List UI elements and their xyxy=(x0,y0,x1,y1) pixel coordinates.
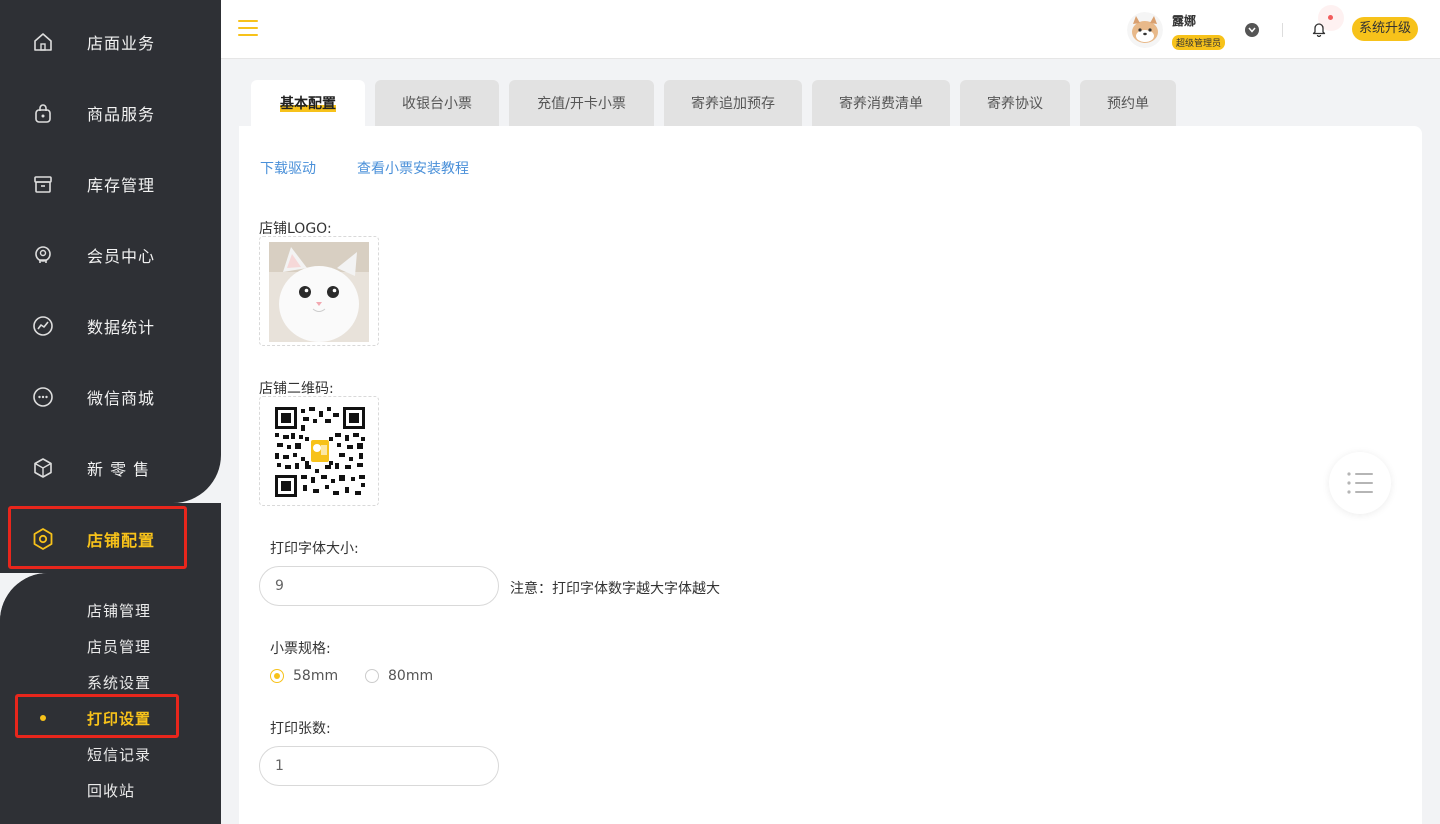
role-badge: 超级管理员 xyxy=(1172,35,1226,50)
floating-list-button[interactable] xyxy=(1329,452,1391,514)
font-size-input[interactable]: 9 xyxy=(259,566,499,606)
submenu-item-store-management[interactable]: 店铺管理 xyxy=(87,600,151,621)
system-upgrade-button[interactable]: 系统升级 xyxy=(1352,17,1419,41)
sidebar-item-inventory[interactable]: 库存管理 xyxy=(0,148,221,219)
tab-label: 充值/开卡小票 xyxy=(537,96,626,112)
download-driver-link[interactable]: 下载驱动 xyxy=(260,158,316,178)
chevron-down-icon[interactable] xyxy=(1245,23,1259,37)
sidebar-item-label: 店铺配置 xyxy=(87,530,156,550)
radio-58mm[interactable]: 58mm xyxy=(270,668,338,684)
radio-circle xyxy=(270,669,284,683)
active-indicator-dot xyxy=(40,715,46,721)
settings-hex-icon xyxy=(31,527,55,551)
tab-cashier-receipt[interactable]: 收银台小票 xyxy=(375,80,499,126)
top-header: 露娜 超级管理员 系统升级 xyxy=(221,0,1440,59)
tab-recharge-receipt[interactable]: 充值/开卡小票 xyxy=(509,80,654,126)
radio-circle xyxy=(365,669,379,683)
sidebar-item-store-business[interactable]: 店面业务 xyxy=(0,6,221,77)
submenu-item-recycle-bin[interactable]: 回收站 xyxy=(87,780,135,801)
tab-basic-config[interactable]: 基本配置 xyxy=(251,80,365,126)
tab-label: 寄养追加预存 xyxy=(691,96,775,112)
qrcode-image xyxy=(275,407,365,497)
member-icon xyxy=(31,243,55,267)
sidebar-item-goods-service[interactable]: 商品服务 xyxy=(0,77,221,148)
sidebar-item-label: 会员中心 xyxy=(87,246,156,266)
tab-boarding-consumption[interactable]: 寄养消费清单 xyxy=(812,80,950,126)
sidebar-item-label: 数据统计 xyxy=(87,317,156,337)
divider xyxy=(1282,23,1283,37)
chart-icon xyxy=(31,314,55,338)
sidebar-item-label: 微信商城 xyxy=(87,388,156,408)
print-copies-input[interactable]: 1 xyxy=(259,746,499,786)
tutorial-link[interactable]: 查看小票安装教程 xyxy=(357,158,469,178)
receipt-spec-label: 小票规格: xyxy=(270,641,331,657)
font-size-label: 打印字体大小: xyxy=(270,541,359,557)
bell-icon[interactable] xyxy=(1312,21,1326,38)
cat-logo-image xyxy=(269,242,369,342)
sidebar-item-label: 新 零 售 xyxy=(87,459,151,479)
sidebar-item-wechat-mall[interactable]: 微信商城 xyxy=(0,361,221,432)
tab-label: 预约单 xyxy=(1107,96,1149,112)
submenu-item-print-settings[interactable]: 打印设置 xyxy=(87,708,151,729)
archive-icon xyxy=(31,172,55,196)
tab-label: 基本配置 xyxy=(280,93,336,113)
logo-label: 店铺LOGO: xyxy=(259,221,332,237)
sidebar-item-label: 商品服务 xyxy=(87,104,156,124)
tab-label: 收银台小票 xyxy=(402,96,472,112)
tab-boarding-agreement[interactable]: 寄养协议 xyxy=(960,80,1070,126)
list-icon xyxy=(1347,472,1373,494)
chat-icon xyxy=(31,385,55,409)
submenu-item-staff-management[interactable]: 店员管理 xyxy=(87,636,151,657)
print-copies-label: 打印张数: xyxy=(270,721,331,737)
submenu-item-sms-records[interactable]: 短信记录 xyxy=(87,744,151,765)
radio-80mm-label: 80mm xyxy=(388,668,434,684)
sidebar: 店面业务 商品服务 库存管理 会员中心 数据统计 微信商城 新 零 售 店铺配置… xyxy=(0,0,221,824)
menu-toggle-icon[interactable] xyxy=(238,20,258,36)
font-size-note: 注意：打印字体数字越大字体越大 xyxy=(510,581,720,597)
sidebar-item-store-config[interactable]: 店铺配置 xyxy=(0,503,221,574)
shopping-bag-icon xyxy=(31,101,55,125)
username: 露娜 xyxy=(1172,14,1197,28)
tab-boarding-prepay[interactable]: 寄养追加预存 xyxy=(664,80,802,126)
tab-label: 寄养消费清单 xyxy=(839,96,923,112)
sidebar-item-statistics[interactable]: 数据统计 xyxy=(0,290,221,361)
tab-label: 寄养协议 xyxy=(987,96,1043,112)
submenu-item-system-settings[interactable]: 系统设置 xyxy=(87,672,151,693)
home-icon xyxy=(31,30,55,54)
tab-appointment[interactable]: 预约单 xyxy=(1080,80,1176,126)
sidebar-item-label: 店面业务 xyxy=(87,33,156,53)
qrcode-upload[interactable] xyxy=(259,396,379,506)
sidebar-item-member-center[interactable]: 会员中心 xyxy=(0,219,221,290)
content-panel: 下载驱动 查看小票安装教程 店铺LOGO: 店铺二维码: 打印字体大小: 9 注… xyxy=(239,126,1422,824)
logo-upload[interactable] xyxy=(259,236,379,346)
sidebar-item-label: 库存管理 xyxy=(87,175,156,195)
avatar[interactable] xyxy=(1127,12,1163,48)
cube-icon xyxy=(31,456,55,480)
sidebar-item-new-retail[interactable]: 新 零 售 xyxy=(0,432,221,503)
qrcode-label: 店铺二维码: xyxy=(259,381,334,397)
radio-80mm[interactable]: 80mm xyxy=(365,668,433,684)
radio-58mm-label: 58mm xyxy=(293,668,339,684)
notification-dot xyxy=(1328,15,1333,20)
